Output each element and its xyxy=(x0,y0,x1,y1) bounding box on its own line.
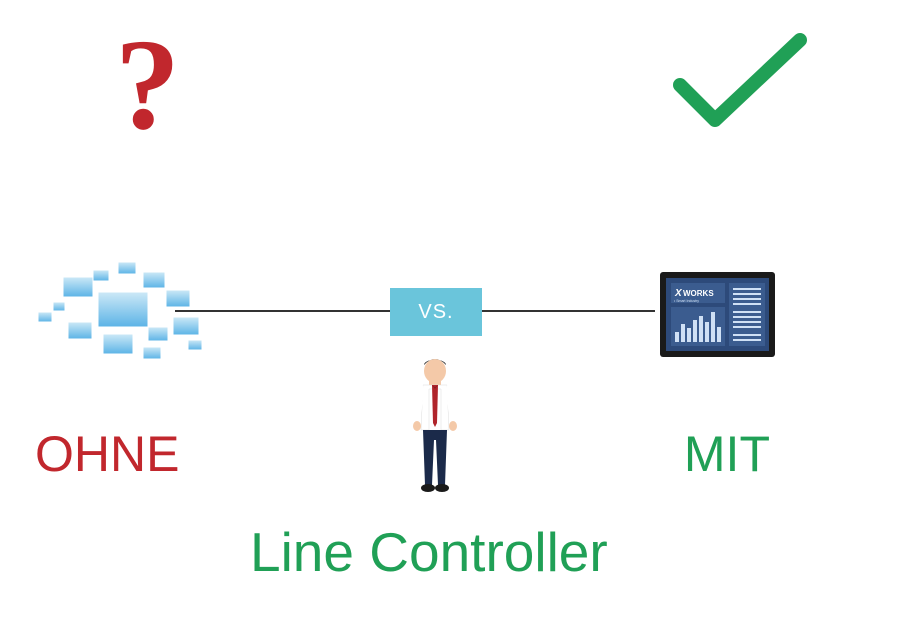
dashboard-screen-icon: X WORKS • Smart Industry xyxy=(660,272,775,362)
question-mark-icon: ? xyxy=(115,10,180,160)
svg-text:• Smart Industry: • Smart Industry xyxy=(674,299,699,303)
multiple-screens-icon xyxy=(38,262,213,372)
svg-text:X: X xyxy=(674,288,683,299)
title-line-controller: Line Controller xyxy=(250,520,608,584)
businessman-icon xyxy=(405,355,465,510)
svg-text:WORKS: WORKS xyxy=(683,289,714,298)
label-without: OHNE xyxy=(35,425,179,483)
checkmark-icon xyxy=(670,30,810,145)
label-with: MIT xyxy=(684,425,770,483)
vs-label: VS. xyxy=(418,301,453,324)
vs-badge: VS. xyxy=(390,288,482,336)
